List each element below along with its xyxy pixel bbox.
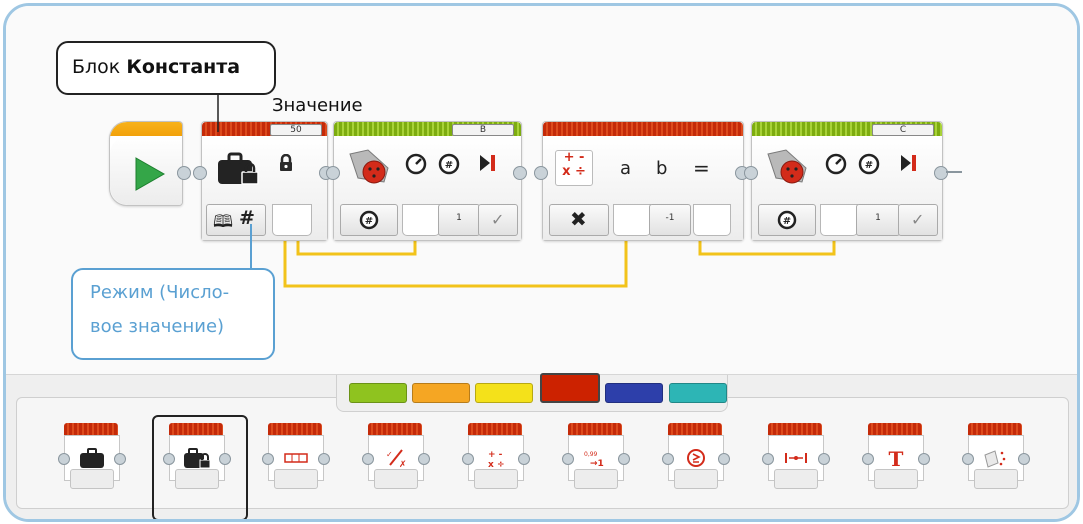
array-icon [284,453,308,463]
program-frame: 50 🕮 # B # # 1 ✓ + - x ÷ a b = ✖ -1 C # … [3,3,1080,522]
category-tab-sensor[interactable] [475,383,533,403]
palette-compare-block[interactable] [662,423,730,491]
palette-variable-block[interactable] [58,423,126,491]
category-tab-flow[interactable] [412,383,470,403]
motor-c-rotations-value: 1 [875,213,881,223]
motor-c-output-tab [934,166,948,180]
palette-random-block[interactable] [962,423,1030,491]
motor-b-speed-plug[interactable] [402,204,440,236]
category-tab-action[interactable] [349,383,407,403]
constant-callout-bold: Константа [126,56,241,78]
motor-c-port-box[interactable]: C [872,124,934,136]
check-icon: ✓ [491,210,505,229]
math-a-plug[interactable] [613,204,651,236]
value-label: Значение [272,95,363,116]
large-motor-icon [767,149,807,184]
svg-text:✗: ✗ [399,460,407,469]
motor-c-input-tab [744,166,758,180]
svg-text:x ÷: x ÷ [488,460,504,469]
math-input-b: b [656,158,668,179]
text-icon: T [889,447,904,469]
locked-briefcase-icon [184,448,211,469]
category-tab-advanced[interactable] [605,383,663,403]
check-icon: ✓ [911,210,925,229]
speed-icon [405,153,427,175]
motor-b-rotations-field[interactable]: 1 [438,204,480,236]
constant-block-callout: Блок Константа [56,41,276,95]
svg-text:#: # [445,160,453,171]
brake-icon [901,155,916,171]
compare-icon [687,449,705,467]
speed-icon [825,153,847,175]
motor-c-mode-button[interactable]: # [758,204,816,236]
math-icon: + -x ÷ [488,450,504,469]
motor-c-block[interactable]: C # # 1 ✓ [751,121,943,241]
motor-b-brake-field[interactable]: ✓ [478,204,518,236]
round-icon: 0,99→1 [584,451,604,469]
math-block[interactable]: + -x ÷ a b = ✖ -1 [542,121,744,241]
palette-round-block[interactable]: 0,99 →1 [562,423,630,491]
math-result-equals: = [693,156,710,180]
motor-c-speed-plug[interactable] [820,204,858,236]
briefcase-icon [80,448,104,468]
svg-text:→1: →1 [590,459,604,469]
svg-text:+ -: + - [488,450,503,460]
motor-b-port-box[interactable]: B [452,124,514,136]
math-b-value: -1 [665,213,675,223]
palette-array-block[interactable] [262,423,330,491]
palette-text-block[interactable]: T [862,423,930,491]
rotations-icon: # [438,153,460,175]
rotations-icon: # [858,153,880,175]
multiply-icon: ✖ [570,207,587,231]
palette-logic-block[interactable]: ✓ ✗ [362,423,430,491]
brake-icon [480,155,495,171]
math-input-a: a [620,158,632,179]
constant-callout-prefix: Блок [72,56,127,78]
svg-text:#: # [865,160,873,171]
rotations-mode-icon: # [777,210,797,230]
math-result-plug[interactable] [693,204,731,236]
motor-b-output-tab [513,166,527,180]
mode-callout-line1: Режим (Число- [90,282,230,303]
math-input-tab [534,166,548,180]
logic-icon: ✓✗ [386,449,407,469]
svg-text:#: # [783,216,791,227]
motor-b-rotations-value: 1 [456,213,462,223]
math-b-field[interactable]: -1 [649,204,691,236]
svg-text:T: T [889,447,904,469]
motor-c-rotations-field[interactable]: 1 [856,204,900,236]
dice-icon [984,450,1006,468]
math-mode-button[interactable]: ✖ [549,204,609,236]
range-icon [785,453,807,463]
mode-callout: Режим (Число- вое значение) [71,268,275,360]
category-tab-myblocks[interactable] [669,383,727,403]
motor-c-brake-field[interactable]: ✓ [898,204,938,236]
palette-math-block[interactable]: + -x ÷ [462,423,530,491]
category-tab-data[interactable] [540,373,600,403]
svg-text:✓: ✓ [386,450,393,459]
sequence-end-wire [946,171,962,173]
svg-text:0,99: 0,99 [584,451,598,458]
palette-range-block[interactable] [762,423,830,491]
palette-constant-block[interactable] [163,423,231,491]
programming-palette: ✓ ✗ + -x ÷ 0,99 →1 T [6,373,1077,519]
programming-canvas[interactable]: 50 🕮 # B # # 1 ✓ + - x ÷ a b = ✖ -1 C # … [6,6,1077,374]
math-symbol-icon: + -x ÷ [555,150,593,186]
mode-callout-line2: вое значение) [90,316,225,337]
